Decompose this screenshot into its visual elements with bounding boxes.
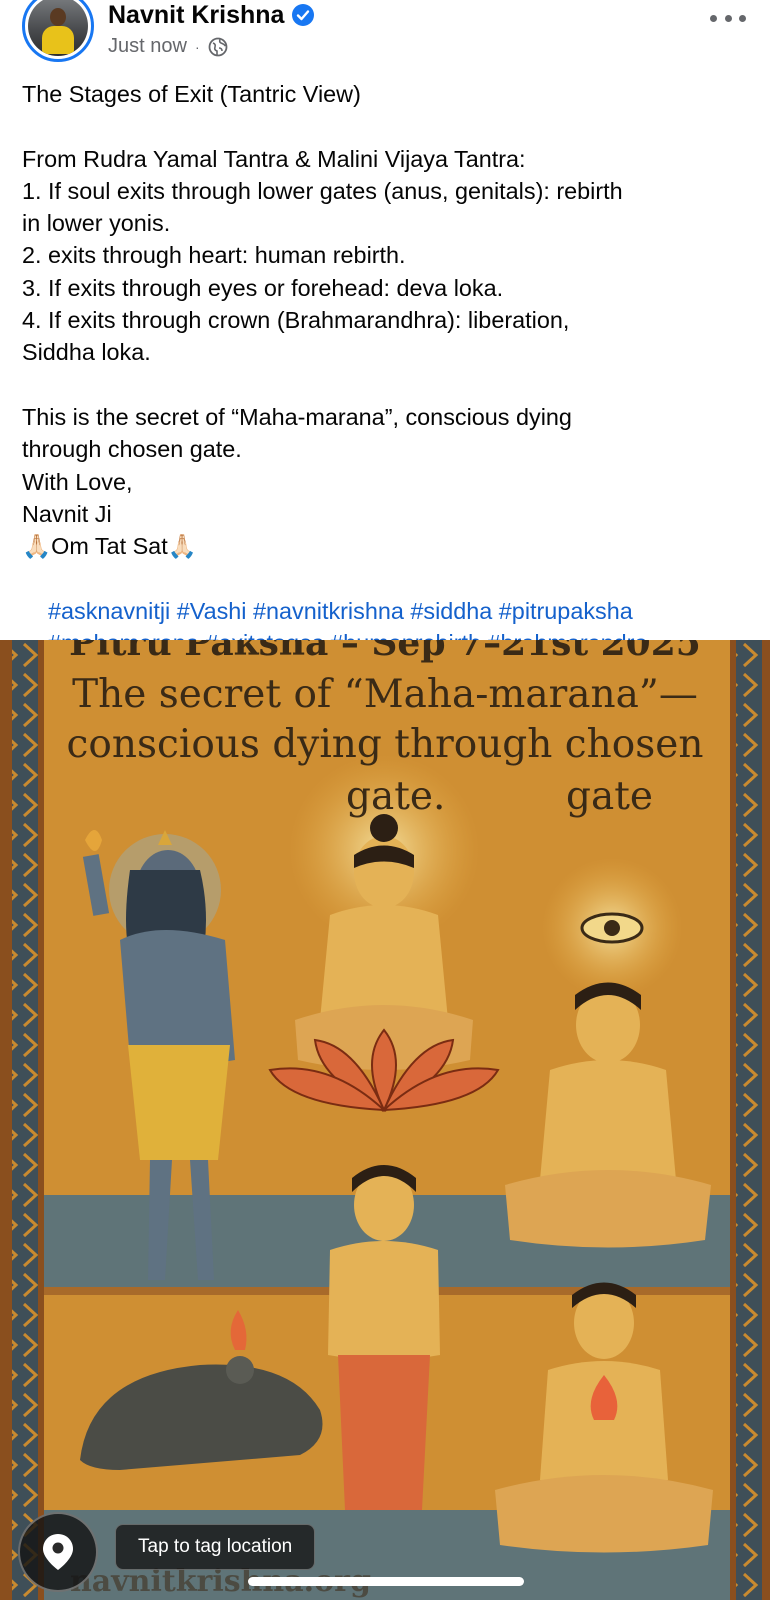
post-text-line: This is the secret of “Maha-marana”, con…: [22, 403, 572, 430]
meta-separator: ·: [194, 38, 200, 55]
post-text-line: 3. If exits through eyes or forehead: de…: [22, 274, 504, 301]
hashtags-line-1: #asknavnitji #Vashi #navnitkrishna #sidd…: [22, 562, 752, 624]
post-header: Navnit Krishna Just now ·: [0, 0, 770, 72]
avatar-photo: [28, 0, 88, 56]
more-options-icon[interactable]: [710, 8, 746, 28]
post-text-line: 2. exits through heart: human rebirth.: [22, 242, 406, 269]
post-text-line: Siddha loka.: [22, 339, 151, 366]
location-button[interactable]: [18, 1512, 98, 1592]
post-text-line: through chosen gate.: [22, 436, 242, 463]
post-meta: Just now ·: [108, 35, 228, 58]
post-body: The Stages of Exit (Tantric View) From R…: [22, 78, 752, 656]
post-text-line: The Stages of Exit (Tantric View): [22, 81, 361, 107]
hashtag-link[interactable]: #pitrupaksha: [499, 598, 633, 624]
post-text-line: Navnit Ji: [22, 500, 112, 527]
image-title-line-2: conscious dying through chosen: [66, 722, 704, 767]
location-pin-icon: [43, 1534, 73, 1570]
post-text-line: 1. If soul exits through lower gates (an…: [22, 177, 623, 204]
post-timestamp[interactable]: Just now: [108, 35, 187, 58]
post-text-line: [22, 110, 752, 142]
verified-badge-icon: [292, 4, 315, 26]
image-top-partial-text: Pitru Paksha – Sep 7–21st 2025: [69, 640, 701, 664]
author-name[interactable]: Navnit Krishna: [108, 1, 284, 30]
globe-icon[interactable]: [208, 37, 228, 57]
home-indicator[interactable]: [248, 1577, 524, 1586]
post-text-line: With Love,: [22, 468, 133, 495]
post-image[interactable]: Pitru Paksha – Sep 7–21st 2025 The secre…: [0, 640, 770, 1600]
hashtag-link[interactable]: #Vashi: [177, 598, 247, 624]
post-text-line: From Rudra Yamal Tantra & Malini Vijaya …: [22, 145, 526, 172]
post-text-line: 🙏🏻Om Tat Sat🙏🏻: [22, 533, 197, 560]
post-text-line: 4. If exits through crown (Brahmarandhra…: [22, 307, 570, 334]
image-title-line-1: The secret of “Maha-marana”—: [72, 672, 698, 717]
avatar[interactable]: [22, 0, 94, 62]
image-title-gate-1: gate.: [346, 774, 446, 819]
tag-location-label[interactable]: Tap to tag location: [115, 1524, 316, 1570]
hashtag-link[interactable]: #navnitkrishna: [253, 598, 404, 624]
post-text-line: [22, 369, 752, 401]
hashtag-link[interactable]: #siddha: [410, 598, 492, 624]
author-row: Navnit Krishna: [108, 0, 315, 30]
hashtag-link[interactable]: #asknavnitji: [48, 598, 170, 624]
post-text-line: in lower yonis.: [22, 210, 171, 237]
image-title-gate-2: gate: [566, 774, 653, 819]
